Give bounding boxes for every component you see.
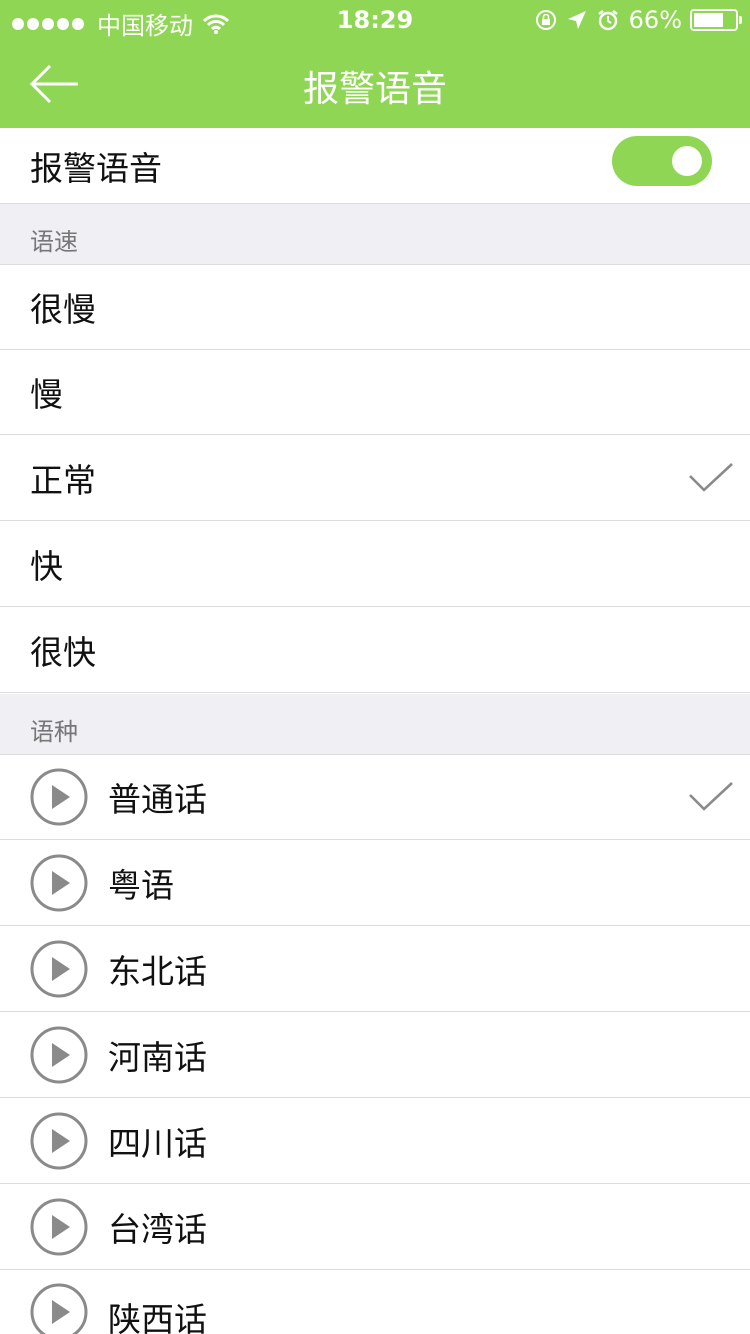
play-icon[interactable] <box>30 1112 88 1170</box>
language-option-taiwanese[interactable]: 台湾话 <box>0 1185 750 1270</box>
checkmark-icon <box>689 463 733 492</box>
language-option-northeastern[interactable]: 东北话 <box>0 927 750 1012</box>
play-icon[interactable] <box>30 854 88 912</box>
status-right: 66% <box>525 6 742 34</box>
language-section-header: 语种 <box>0 694 750 755</box>
checkmark-icon <box>689 782 733 811</box>
play-icon[interactable] <box>30 940 88 998</box>
speed-option-slow[interactable]: 慢 <box>0 350 750 435</box>
location-icon <box>567 11 586 29</box>
play-icon[interactable] <box>30 1283 88 1334</box>
speed-option-very-fast[interactable]: 很快 <box>0 608 750 693</box>
speed-option-fast[interactable]: 快 <box>0 522 750 607</box>
rotation-lock-icon <box>535 10 556 30</box>
speed-section-header: 语速 <box>0 204 750 265</box>
speed-option-very-slow[interactable]: 很慢 <box>0 265 750 350</box>
status-bar: 中国移动 18:29 66% <box>0 0 750 40</box>
language-option-cantonese[interactable]: 粤语 <box>0 841 750 926</box>
language-option-mandarin[interactable]: 普通话 <box>0 755 750 840</box>
battery-icon <box>690 9 742 31</box>
alarm-icon <box>597 10 618 31</box>
alarm-voice-toggle[interactable] <box>612 136 712 186</box>
play-icon[interactable] <box>30 1026 88 1084</box>
battery-percent: 66% <box>628 6 682 34</box>
speed-option-normal[interactable]: 正常 <box>0 436 750 521</box>
language-option-sichuan[interactable]: 四川话 <box>0 1099 750 1184</box>
alarm-voice-label: 报警语音 <box>30 148 162 188</box>
navigation-bar: 报警语音 <box>0 40 750 128</box>
language-option-shaanxi[interactable]: 陕西话 <box>0 1271 750 1334</box>
page-title: 报警语音 <box>302 69 447 110</box>
top-bar: 中国移动 18:29 66% 报警语音 <box>0 0 750 128</box>
alarm-voice-row: 报警语音 <box>0 128 750 204</box>
play-icon[interactable] <box>30 1198 88 1256</box>
play-icon[interactable] <box>30 768 88 826</box>
language-option-henan[interactable]: 河南话 <box>0 1013 750 1098</box>
